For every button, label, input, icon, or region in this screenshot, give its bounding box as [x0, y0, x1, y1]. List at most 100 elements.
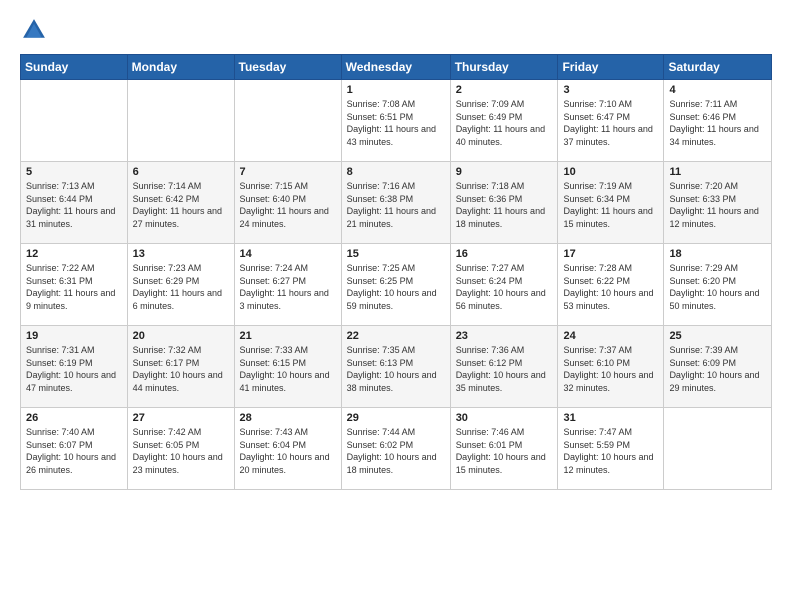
day-number: 15 — [347, 248, 445, 260]
day-info: Sunrise: 7:39 AMSunset: 6:09 PMDaylight:… — [669, 344, 766, 394]
day-info: Sunrise: 7:31 AMSunset: 6:19 PMDaylight:… — [26, 344, 122, 394]
calendar-cell: 12Sunrise: 7:22 AMSunset: 6:31 PMDayligh… — [21, 244, 128, 326]
day-number: 30 — [456, 412, 553, 424]
calendar-cell: 29 Sunrise: 7:44 AMSunset: 6:02 PMDayligh… — [341, 408, 450, 490]
calendar-cell: 23 Sunrise: 7:36 AMSunset: 6:12 PMDayligh… — [450, 326, 558, 408]
calendar-cell: 22 Sunrise: 7:35 AMSunset: 6:13 PMDayligh… — [341, 326, 450, 408]
day-number: 5 — [26, 166, 122, 178]
weekday-header: Monday — [127, 55, 234, 80]
calendar-cell — [664, 408, 772, 490]
weekday-header: Wednesday — [341, 55, 450, 80]
day-info: Sunrise: 7:18 AMSunset: 6:36 PMDaylight:… — [456, 180, 553, 230]
day-info: Sunrise: 7:29 AMSunset: 6:20 PMDaylight:… — [669, 262, 766, 312]
weekday-header: Tuesday — [234, 55, 341, 80]
calendar-week-row: 12Sunrise: 7:22 AMSunset: 6:31 PMDayligh… — [21, 244, 772, 326]
day-info: Sunrise: 7:09 AMSunset: 6:49 PMDaylight:… — [456, 98, 553, 148]
calendar-cell: 9Sunrise: 7:18 AMSunset: 6:36 PMDaylight… — [450, 162, 558, 244]
calendar-cell: 2 Sunrise: 7:09 AMSunset: 6:49 PMDaylight… — [450, 80, 558, 162]
day-info: Sunrise: 7:23 AMSunset: 6:29 PMDaylight:… — [133, 262, 229, 312]
day-number: 25 — [669, 330, 766, 342]
header — [20, 16, 772, 44]
day-info: Sunrise: 7:47 AMSunset: 5:59 PMDaylight:… — [563, 426, 658, 476]
weekday-header: Sunday — [21, 55, 128, 80]
day-info: Sunrise: 7:42 AMSunset: 6:05 PMDaylight:… — [133, 426, 229, 476]
day-info: Sunrise: 7:28 AMSunset: 6:22 PMDaylight:… — [563, 262, 658, 312]
day-info: Sunrise: 7:14 AMSunset: 6:42 PMDaylight:… — [133, 180, 229, 230]
day-number: 18 — [669, 248, 766, 260]
weekday-header-row: SundayMondayTuesdayWednesdayThursdayFrid… — [21, 55, 772, 80]
day-info: Sunrise: 7:37 AMSunset: 6:10 PMDaylight:… — [563, 344, 658, 394]
day-number: 26 — [26, 412, 122, 424]
calendar-cell: 8 Sunrise: 7:16 AMSunset: 6:38 PMDaylight… — [341, 162, 450, 244]
day-number: 17 — [563, 248, 658, 260]
day-number: 21 — [240, 330, 336, 342]
day-info: Sunrise: 7:15 AMSunset: 6:40 PMDaylight:… — [240, 180, 336, 230]
day-info: Sunrise: 7:33 AMSunset: 6:15 PMDaylight:… — [240, 344, 336, 394]
day-number: 2 — [456, 84, 553, 96]
logo — [20, 16, 52, 44]
day-info: Sunrise: 7:22 AMSunset: 6:31 PMDaylight:… — [26, 262, 122, 312]
calendar-cell: 30 Sunrise: 7:46 AMSunset: 6:01 PMDayligh… — [450, 408, 558, 490]
calendar-cell: 16 Sunrise: 7:27 AMSunset: 6:24 PMDayligh… — [450, 244, 558, 326]
day-number: 16 — [456, 248, 553, 260]
day-number: 14 — [240, 248, 336, 260]
weekday-header: Thursday — [450, 55, 558, 80]
day-number: 23 — [456, 330, 553, 342]
calendar-week-row: 5 Sunrise: 7:13 AMSunset: 6:44 PMDaylight… — [21, 162, 772, 244]
day-info: Sunrise: 7:13 AMSunset: 6:44 PMDaylight:… — [26, 180, 122, 230]
day-number: 13 — [133, 248, 229, 260]
day-number: 6 — [133, 166, 229, 178]
calendar-cell: 11 Sunrise: 7:20 AMSunset: 6:33 PMDayligh… — [664, 162, 772, 244]
day-number: 24 — [563, 330, 658, 342]
calendar-cell: 21 Sunrise: 7:33 AMSunset: 6:15 PMDayligh… — [234, 326, 341, 408]
calendar-cell: 28 Sunrise: 7:43 AMSunset: 6:04 PMDayligh… — [234, 408, 341, 490]
day-number: 11 — [669, 166, 766, 178]
day-number: 3 — [563, 84, 658, 96]
day-info: Sunrise: 7:25 AMSunset: 6:25 PMDaylight:… — [347, 262, 445, 312]
calendar-cell — [234, 80, 341, 162]
day-number: 4 — [669, 84, 766, 96]
day-info: Sunrise: 7:46 AMSunset: 6:01 PMDaylight:… — [456, 426, 553, 476]
day-number: 31 — [563, 412, 658, 424]
day-number: 22 — [347, 330, 445, 342]
day-info: Sunrise: 7:24 AMSunset: 6:27 PMDaylight:… — [240, 262, 336, 312]
day-info: Sunrise: 7:10 AMSunset: 6:47 PMDaylight:… — [563, 98, 658, 148]
calendar-cell: 31 Sunrise: 7:47 AMSunset: 5:59 PMDayligh… — [558, 408, 664, 490]
calendar-cell: 1 Sunrise: 7:08 AMSunset: 6:51 PMDaylight… — [341, 80, 450, 162]
day-number: 1 — [347, 84, 445, 96]
calendar-week-row: 1 Sunrise: 7:08 AMSunset: 6:51 PMDaylight… — [21, 80, 772, 162]
calendar-cell: 10Sunrise: 7:19 AMSunset: 6:34 PMDayligh… — [558, 162, 664, 244]
calendar-cell: 6 Sunrise: 7:14 AMSunset: 6:42 PMDaylight… — [127, 162, 234, 244]
day-number: 28 — [240, 412, 336, 424]
day-number: 7 — [240, 166, 336, 178]
day-number: 8 — [347, 166, 445, 178]
calendar-cell: 5 Sunrise: 7:13 AMSunset: 6:44 PMDaylight… — [21, 162, 128, 244]
calendar-cell: 25 Sunrise: 7:39 AMSunset: 6:09 PMDayligh… — [664, 326, 772, 408]
calendar-cell: 14 Sunrise: 7:24 AMSunset: 6:27 PMDayligh… — [234, 244, 341, 326]
calendar-cell: 18 Sunrise: 7:29 AMSunset: 6:20 PMDayligh… — [664, 244, 772, 326]
calendar-cell: 4Sunrise: 7:11 AMSunset: 6:46 PMDaylight… — [664, 80, 772, 162]
calendar-cell: 19Sunrise: 7:31 AMSunset: 6:19 PMDayligh… — [21, 326, 128, 408]
calendar-cell: 20 Sunrise: 7:32 AMSunset: 6:17 PMDayligh… — [127, 326, 234, 408]
day-number: 29 — [347, 412, 445, 424]
day-info: Sunrise: 7:16 AMSunset: 6:38 PMDaylight:… — [347, 180, 445, 230]
day-info: Sunrise: 7:19 AMSunset: 6:34 PMDaylight:… — [563, 180, 658, 230]
day-info: Sunrise: 7:32 AMSunset: 6:17 PMDaylight:… — [133, 344, 229, 394]
day-number: 20 — [133, 330, 229, 342]
day-info: Sunrise: 7:20 AMSunset: 6:33 PMDaylight:… — [669, 180, 766, 230]
day-info: Sunrise: 7:44 AMSunset: 6:02 PMDaylight:… — [347, 426, 445, 476]
calendar-cell: 13 Sunrise: 7:23 AMSunset: 6:29 PMDayligh… — [127, 244, 234, 326]
day-info: Sunrise: 7:36 AMSunset: 6:12 PMDaylight:… — [456, 344, 553, 394]
calendar: SundayMondayTuesdayWednesdayThursdayFrid… — [20, 54, 772, 490]
calendar-cell: 7 Sunrise: 7:15 AMSunset: 6:40 PMDaylight… — [234, 162, 341, 244]
calendar-cell: 15 Sunrise: 7:25 AMSunset: 6:25 PMDayligh… — [341, 244, 450, 326]
day-info: Sunrise: 7:43 AMSunset: 6:04 PMDaylight:… — [240, 426, 336, 476]
page: SundayMondayTuesdayWednesdayThursdayFrid… — [0, 0, 792, 612]
calendar-cell: 27Sunrise: 7:42 AMSunset: 6:05 PMDayligh… — [127, 408, 234, 490]
day-info: Sunrise: 7:08 AMSunset: 6:51 PMDaylight:… — [347, 98, 445, 148]
day-info: Sunrise: 7:35 AMSunset: 6:13 PMDaylight:… — [347, 344, 445, 394]
day-info: Sunrise: 7:27 AMSunset: 6:24 PMDaylight:… — [456, 262, 553, 312]
day-info: Sunrise: 7:40 AMSunset: 6:07 PMDaylight:… — [26, 426, 122, 476]
calendar-cell — [21, 80, 128, 162]
calendar-cell: 24 Sunrise: 7:37 AMSunset: 6:10 PMDayligh… — [558, 326, 664, 408]
